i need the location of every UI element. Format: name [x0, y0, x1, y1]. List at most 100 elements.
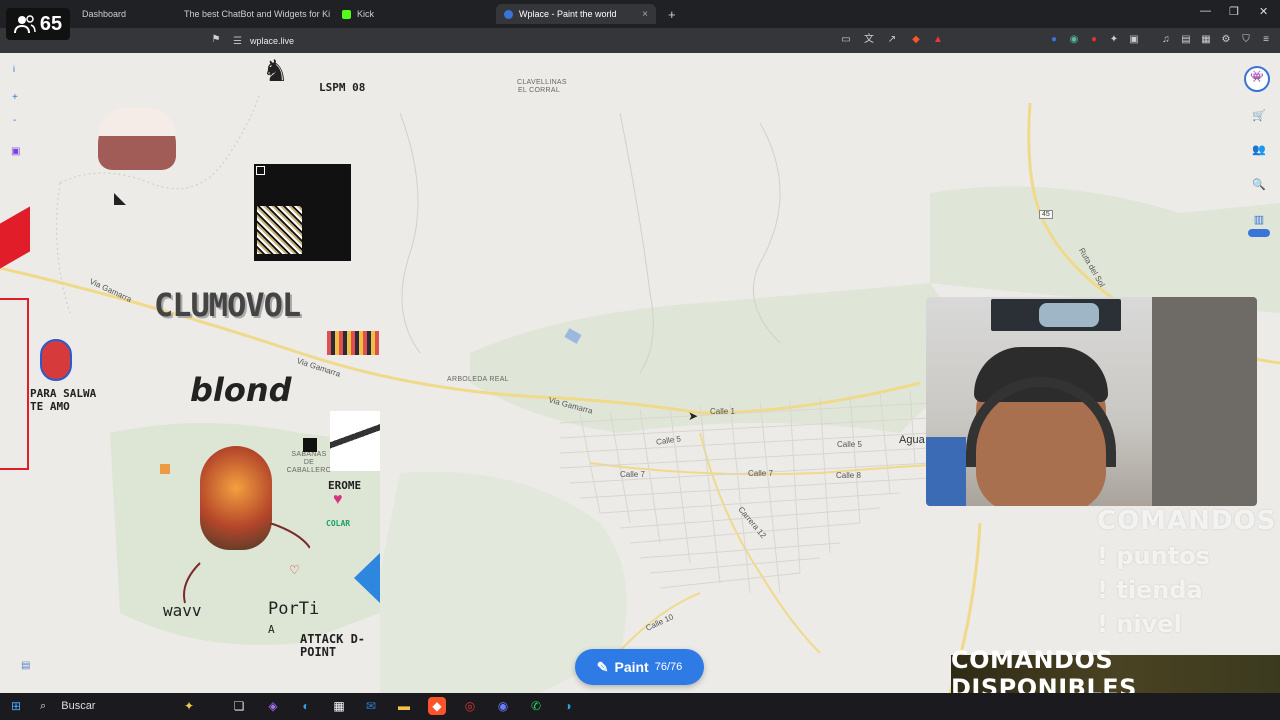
reading-list-icon[interactable]: ▤: [1180, 34, 1192, 46]
town-label: Agua: [899, 434, 925, 446]
twitch-icon[interactable]: ▣: [11, 146, 20, 157]
street-label: Calle 5: [837, 440, 862, 449]
command-tienda: ! tienda: [1097, 576, 1203, 604]
taskbar-search-label: Buscar: [61, 700, 96, 712]
commands-title: COMANDOS: [1097, 506, 1277, 536]
browser-address-bar: ⚑ ☰ wplace.live ▭ 文 ↗ ◆ ▲ ● ◉ ● ✦ ▣ ♫ ▤ …: [0, 28, 1280, 53]
media-icon[interactable]: ♫: [1160, 34, 1172, 46]
commands-banner: COMANDOS DISPONIBLES: [951, 646, 1280, 702]
viewer-count: 65: [39, 12, 63, 35]
art-colar: COLAR: [326, 519, 351, 528]
mouse-cursor-icon: ➤: [688, 409, 699, 423]
commands-overlay: COMANDOS ! puntos ! tienda ! nivel: [1097, 506, 1276, 638]
street-label: Calle 7: [748, 469, 773, 478]
paintbrush-icon: ✎: [596, 658, 609, 675]
whatsapp-icon[interactable]: ✆: [527, 697, 545, 715]
taskbar-search[interactable]: ⌕ Buscar: [40, 700, 95, 713]
store-icon[interactable]: ▦: [330, 697, 348, 715]
task-view-icon[interactable]: ❏: [230, 697, 248, 715]
zoom-out-button[interactable]: -: [13, 115, 16, 126]
pixel-art-heart-pink: ♥: [333, 491, 343, 508]
cast-icon[interactable]: ▭: [840, 34, 852, 46]
sidebar-toggle-icon[interactable]: ▣: [1128, 34, 1140, 46]
windows-start-icon[interactable]: ⊞: [7, 697, 25, 715]
brave-rewards-icon[interactable]: ▲: [932, 34, 944, 46]
minimize-icon[interactable]: —: [1200, 5, 1211, 17]
tab-dashboard[interactable]: Dashboard: [70, 4, 170, 24]
street-label: Calle 7: [620, 470, 645, 479]
pixel-art-face: [98, 108, 176, 170]
brave-icon[interactable]: ◆: [428, 697, 446, 715]
pixel-art-black-square: [303, 438, 317, 452]
tab-chatbot[interactable]: The best ChatBot and Widgets for Ki: [170, 4, 330, 24]
shield-icon[interactable]: ⛉: [1240, 34, 1252, 46]
pixel-art-bird: [330, 411, 380, 471]
webcam-tv: [991, 299, 1121, 331]
art-lspm: LSPM 08: [319, 81, 366, 94]
menu-icon[interactable]: ≡: [1260, 34, 1272, 46]
info-button[interactable]: i: [13, 64, 15, 74]
art-wavy: wavv: [163, 601, 202, 620]
site-settings-icon[interactable]: ☰: [233, 36, 242, 47]
discord-icon[interactable]: ◉: [494, 697, 512, 715]
user-avatar-icon[interactable]: 👾: [1244, 66, 1270, 92]
art-para-salwa: PARA SALWA TE AMO: [30, 387, 97, 413]
wallet-icon[interactable]: ▦: [1200, 34, 1212, 46]
outlook-icon[interactable]: ✉: [362, 697, 380, 715]
tab-kick[interactable]: Kick: [334, 4, 492, 24]
new-tab-button[interactable]: +: [660, 4, 680, 24]
vpn-icon[interactable]: ⚙: [1220, 34, 1232, 46]
file-explorer-icon[interactable]: ▬: [395, 697, 413, 715]
tab-wplace[interactable]: Wplace - Paint the world ×: [496, 4, 656, 24]
extensions-icon[interactable]: ✦: [1108, 34, 1120, 46]
tab-dashboard-label: Dashboard: [82, 9, 127, 19]
street-label: Calle 8: [836, 471, 861, 480]
bottom-left-menu-icon[interactable]: ▤: [21, 660, 30, 671]
restore-icon[interactable]: ❐: [1229, 5, 1239, 18]
art-clumovol: CLUMOVOL: [154, 286, 301, 324]
search-icon: ⌕: [40, 700, 47, 712]
kick-favicon-icon: [342, 9, 351, 19]
close-window-icon[interactable]: ✕: [1259, 5, 1268, 18]
pixel-art-arrow: [114, 193, 126, 205]
pixel-art-characters: [327, 331, 379, 355]
art-attack: ATTACK D-POINT: [300, 632, 366, 659]
place-label-sabanas: SABANAS DE CABALLERO: [286, 451, 332, 474]
streamer-webcam: [926, 297, 1257, 506]
tab-wplace-label: Wplace - Paint the world: [519, 9, 617, 19]
place-label-clavellinas: CLAVELLINAS EL CORRAL: [517, 79, 567, 94]
extension-1-icon[interactable]: ●: [1048, 34, 1060, 46]
close-tab-icon[interactable]: ×: [642, 9, 648, 20]
share-icon[interactable]: ↗: [886, 34, 898, 46]
brave-shield-icon[interactable]: ◆: [910, 34, 922, 46]
road-shield: 45: [1039, 210, 1053, 219]
extension-2-icon[interactable]: ◉: [1068, 34, 1080, 46]
pixel-art-small: [160, 464, 170, 474]
extension-3-icon[interactable]: ●: [1088, 34, 1100, 46]
translate-icon[interactable]: 文: [863, 34, 875, 46]
command-nivel: ! nivel: [1097, 610, 1182, 638]
obs-icon[interactable]: ◎: [461, 697, 479, 715]
bookmark-icon[interactable]: ⚑: [210, 34, 222, 46]
new-badge: [1248, 229, 1270, 237]
alliance-icon[interactable]: 👥: [1250, 141, 1268, 159]
pixel-art-blue-arrow: [354, 553, 380, 603]
url-text: wplace.live: [249, 36, 294, 46]
copilot-sparkle-icon[interactable]: ✦: [180, 697, 198, 715]
edge-icon[interactable]: ◐: [297, 697, 315, 715]
leaderboard-icon[interactable]: ▥: [1250, 211, 1268, 229]
edge-beta-icon[interactable]: ◑: [559, 697, 577, 715]
zoom-in-button[interactable]: +: [12, 92, 18, 103]
webcam-shirt: [926, 437, 966, 506]
street-label: Calle 1: [710, 407, 735, 416]
store-cart-icon[interactable]: 🛒: [1250, 107, 1268, 125]
browser-tab-bar: Dashboard The best ChatBot and Widgets f…: [0, 0, 1280, 28]
art-porti: PorTi: [268, 599, 320, 619]
copilot-icon[interactable]: ◈: [264, 697, 282, 715]
url-field[interactable]: ☰ wplace.live: [233, 33, 893, 49]
paint-button[interactable]: ✎ Paint 76/76: [575, 649, 704, 685]
place-label-arboleda: ARBOLEDA REAL: [447, 376, 509, 383]
paint-charges: 76/76: [654, 661, 683, 673]
search-icon[interactable]: 🔍: [1250, 176, 1268, 194]
pixel-art-red-frame: [0, 298, 29, 470]
